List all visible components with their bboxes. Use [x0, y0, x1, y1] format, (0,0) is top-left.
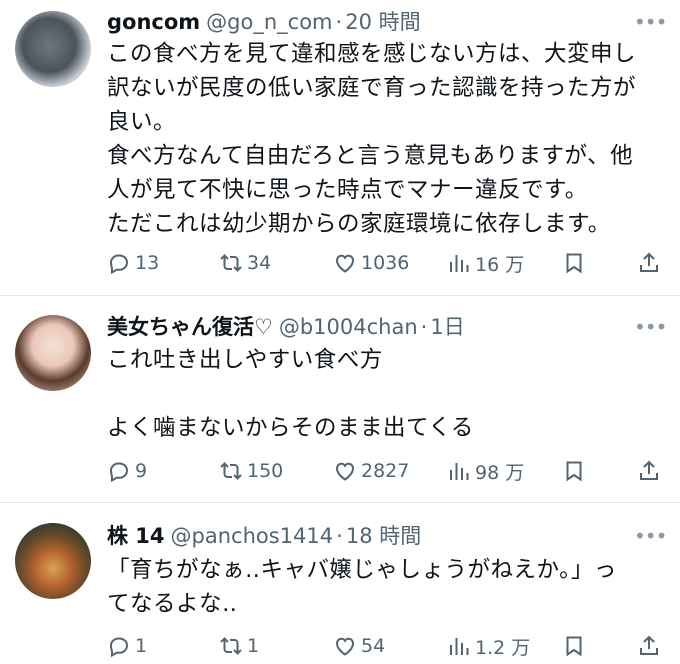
- like-button[interactable]: 2827: [333, 456, 409, 486]
- like-count: 2827: [361, 460, 410, 482]
- separator-dot: ·: [336, 524, 343, 548]
- bookmark-icon: [566, 461, 582, 482]
- tweet[interactable]: goncom @go_n_com · 20 時間 ••• この食べ方を見て違和感を感じ…: [0, 0, 680, 295]
- timestamp[interactable]: 20 時間: [345, 10, 420, 34]
- views-count: 1.2 万: [475, 636, 531, 659]
- retweet-icon: [220, 254, 242, 272]
- reply-count: 9: [135, 460, 148, 482]
- reply-button[interactable]: 1: [107, 631, 147, 661]
- action-bar: 9 150 2827 98 万: [107, 456, 662, 486]
- separator-dot: ·: [420, 315, 428, 339]
- separator-dot: ·: [335, 10, 343, 34]
- reply-icon: [109, 462, 129, 483]
- avatar[interactable]: [15, 315, 91, 391]
- more-icon[interactable]: •••: [634, 8, 667, 36]
- reply-button[interactable]: 13: [107, 248, 159, 278]
- tweet-header: 株 14 @panchos1414 · 18 時間: [107, 522, 421, 550]
- more-icon[interactable]: •••: [634, 522, 667, 550]
- views-button[interactable]: 1.2 万: [447, 631, 530, 661]
- timestamp[interactable]: 1日: [430, 315, 464, 339]
- like-icon: [335, 637, 355, 656]
- like-icon: [335, 462, 355, 481]
- bookmark-button[interactable]: [562, 631, 590, 661]
- bookmark-icon: [566, 253, 582, 274]
- author-name[interactable]: 株 14: [107, 524, 165, 548]
- tweet-text-line: 訳ないが民度の低い家庭で育った認識を持った方が: [107, 75, 637, 101]
- action-bar: 1 1 54 1.2 万: [107, 631, 662, 661]
- tweet[interactable]: 美女ちゃん復活♡ @b1004chan · 1日 ••• これ吐き出しやすい食べ方 よ…: [0, 296, 680, 502]
- like-button[interactable]: 1036: [333, 248, 409, 278]
- avatar[interactable]: [15, 11, 91, 87]
- retweet-button[interactable]: 1: [219, 631, 259, 661]
- like-button[interactable]: 54: [333, 631, 385, 661]
- share-button[interactable]: [637, 248, 665, 278]
- views-icon: [450, 638, 469, 655]
- bookmark-button[interactable]: [562, 248, 590, 278]
- retweet-button[interactable]: 34: [219, 248, 271, 278]
- retweet-button[interactable]: 150: [219, 456, 283, 486]
- tweet-text-line: この食べ方を見て違和感を感じない方は、大変申し: [107, 41, 637, 67]
- like-count: 54: [361, 635, 386, 657]
- views-count: 98 万: [475, 461, 525, 484]
- reply-icon: [109, 254, 129, 275]
- tweet-text-line: てなるよな‥: [107, 591, 238, 617]
- tweet-text-line: 食べ方なんて自由だろと言う意見もありますが、他: [107, 143, 634, 169]
- views-button[interactable]: 98 万: [447, 456, 524, 486]
- author-name[interactable]: goncom: [107, 10, 200, 34]
- author-handle[interactable]: @go_n_com: [206, 10, 332, 34]
- like-icon: [335, 254, 355, 273]
- retweet-count: 34: [247, 252, 272, 274]
- tweet-text: 「育ちがなぁ‥キャバ嬢じゃしょうがねえか。」っ てなるよな‥: [107, 553, 667, 621]
- reply-count: 13: [135, 252, 160, 274]
- more-icon[interactable]: •••: [634, 313, 667, 341]
- tweet-text-line: ただこれは幼少期からの家庭環境に依存します。: [107, 211, 611, 237]
- share-icon: [640, 635, 658, 655]
- share-icon: [640, 252, 658, 272]
- retweet-count: 150: [247, 460, 284, 482]
- retweet-count: 1: [247, 635, 260, 657]
- views-icon: [450, 463, 469, 480]
- retweet-icon: [220, 637, 242, 655]
- retweet-icon: [220, 462, 242, 480]
- action-bar: 13 34 1036 16 万: [107, 248, 662, 278]
- author-handle[interactable]: @panchos1414: [171, 524, 334, 548]
- tweet-text-line: 「育ちがなぁ‥キャバ嬢じゃしょうがねえか。」っ: [107, 557, 617, 583]
- tweet-text-line: 人が見て不快に思った時点でマナー違反です。: [107, 177, 588, 203]
- views-button[interactable]: 16 万: [447, 248, 524, 278]
- tweet-text: この食べ方を見て違和感を感じない方は、大変申し 訳ないが民度の低い家庭で育った認…: [107, 37, 667, 241]
- timestamp[interactable]: 18 時間: [346, 524, 421, 548]
- tweet-text-line: よく噛まないからそのまま出てくる: [107, 415, 474, 441]
- share-button[interactable]: [637, 631, 665, 661]
- views-icon: [450, 255, 469, 272]
- tweet-text-line: [107, 377, 667, 411]
- bookmark-button[interactable]: [562, 456, 590, 486]
- tweet[interactable]: 株 14 @panchos1414 · 18 時間 ••• 「育ちがなぁ‥キャバ嬢じゃ…: [0, 503, 680, 664]
- views-count: 16 万: [475, 253, 525, 276]
- reply-count: 1: [135, 635, 148, 657]
- like-count: 1036: [361, 252, 410, 274]
- author-handle[interactable]: @b1004chan: [279, 315, 418, 339]
- tweet-text-line: これ吐き出しやすい食べ方: [107, 347, 383, 373]
- share-button[interactable]: [637, 456, 665, 486]
- reply-button[interactable]: 9: [107, 456, 147, 486]
- avatar[interactable]: [15, 523, 91, 599]
- tweet-text-line: 良い。: [107, 109, 177, 135]
- tweet-header: goncom @go_n_com · 20 時間: [107, 8, 421, 36]
- bookmark-icon: [566, 636, 582, 657]
- tweet-text: これ吐き出しやすい食べ方 よく噛まないからそのまま出てくる: [107, 343, 667, 445]
- author-name[interactable]: 美女ちゃん復活♡: [107, 315, 273, 339]
- share-icon: [640, 460, 658, 480]
- reply-icon: [109, 637, 129, 658]
- tweet-header: 美女ちゃん復活♡ @b1004chan · 1日: [107, 313, 465, 341]
